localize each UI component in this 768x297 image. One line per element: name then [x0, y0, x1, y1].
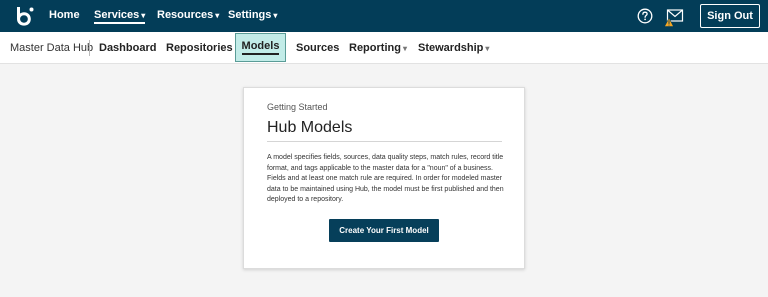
chevron-down-icon: ▾ [402, 44, 407, 53]
tab-dashboard[interactable]: Dashboard [99, 42, 156, 54]
nav-services-label: Services [94, 9, 140, 21]
card-title: Hub Models [267, 119, 353, 136]
tab-reporting-label: Reporting [349, 42, 401, 54]
tab-stewardship-label: Stewardship [418, 42, 484, 54]
help-question-icon[interactable] [637, 8, 653, 24]
tab-models-label: Models [241, 40, 280, 55]
boomi-logo-icon[interactable] [14, 6, 34, 26]
tab-repositories[interactable]: Repositories [166, 42, 233, 54]
nav-settings[interactable]: Settings ▾ [228, 9, 277, 21]
tab-reporting[interactable]: Reporting ▾ [349, 42, 407, 54]
top-navigation-bar: Home Services ▾ Resources ▾ Settings ▾ Sign… [0, 0, 768, 32]
nav-home[interactable]: Home [49, 9, 82, 21]
nav-resources[interactable]: Resources ▾ [157, 9, 219, 21]
nav-services[interactable]: Services ▾ [94, 9, 146, 24]
chevron-down-icon: ▾ [273, 11, 278, 20]
chevron-down-icon: ▾ [485, 44, 490, 53]
create-first-model-button[interactable]: Create Your First Model [329, 219, 439, 242]
app-name: Master Data Hub [10, 42, 94, 54]
card-divider [267, 141, 502, 142]
chevron-down-icon: ▾ [141, 11, 146, 20]
tab-stewardship[interactable]: Stewardship ▾ [418, 42, 489, 54]
nav-resources-label: Resources [157, 9, 214, 21]
nav-home-label: Home [49, 9, 80, 21]
tab-repositories-label: Repositories [166, 42, 233, 54]
envelope-warning-icon[interactable] [664, 8, 684, 28]
getting-started-card: Getting Started Hub Models A model speci… [243, 87, 525, 269]
secondary-navigation-bar: Master Data Hub Dashboard Repositories M… [0, 32, 768, 64]
tab-dashboard-label: Dashboard [99, 42, 157, 54]
card-eyebrow: Getting Started [267, 102, 328, 112]
tab-sources[interactable]: Sources [296, 42, 339, 54]
chevron-down-icon: ▾ [215, 11, 220, 20]
sign-out-button[interactable]: Sign Out [700, 4, 760, 28]
tab-models[interactable]: Models [235, 33, 286, 62]
nav-settings-label: Settings [228, 9, 272, 21]
tab-sources-label: Sources [296, 42, 340, 54]
card-description: A model specifies fields, sources, data … [267, 154, 504, 204]
divider [89, 40, 90, 56]
